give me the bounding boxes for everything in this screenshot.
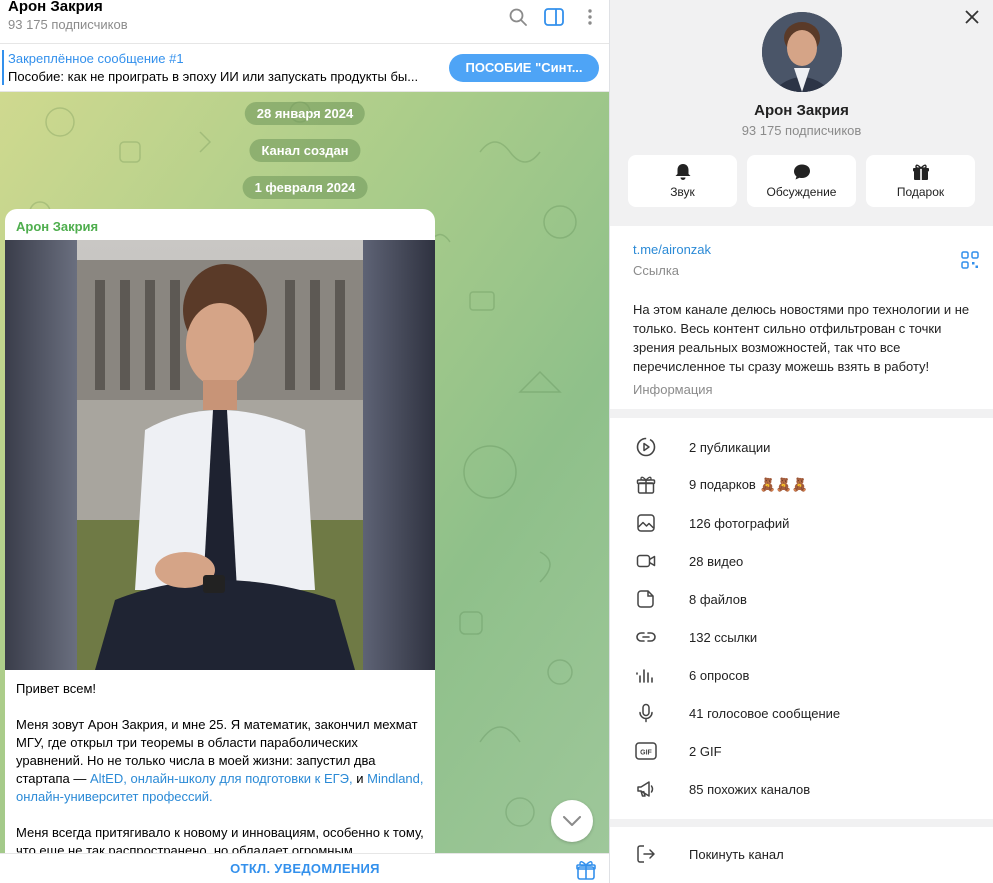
profile-name: Арон Закрия (754, 102, 849, 119)
action-label: Обсуждение (766, 185, 837, 199)
date-divider: 28 января 2024 (244, 102, 366, 125)
media-label: 2 публикации (689, 439, 771, 455)
poll-icon (635, 664, 657, 686)
microphone-icon (635, 702, 657, 724)
date-divider: 1 февраля 2024 (242, 176, 368, 199)
bottom-bar: ОТКЛ. УВЕДОМЛЕНИЯ (0, 853, 609, 883)
media-row-links[interactable]: 132 ссылки (610, 618, 993, 656)
media-label: 6 опросов (689, 667, 750, 683)
qr-code-icon[interactable] (961, 251, 979, 274)
media-row-gifts[interactable]: 9 подарков 🧸🧸🧸 (610, 466, 993, 504)
action-label: Звук (670, 185, 695, 199)
media-row-videos[interactable]: 28 видео (610, 542, 993, 580)
media-row-photos[interactable]: 126 фотографий (610, 504, 993, 542)
photo-icon (635, 512, 657, 534)
post-photo[interactable] (5, 240, 435, 670)
pinned-action-button[interactable]: ПОСОБИЕ "Синт... (449, 53, 599, 82)
sound-button[interactable]: Звук (628, 155, 737, 207)
profile-header: Арон Закрия 93 175 подписчиков (610, 0, 993, 138)
link-caption: Ссылка (633, 263, 680, 278)
pinned-title: Закреплённое сообщение #1 (8, 51, 184, 66)
media-row-polls[interactable]: 6 опросов (610, 656, 993, 694)
pinned-body: Пособие: как не проиграть в эпоху ИИ или… (8, 69, 419, 84)
media-label: 8 файлов (689, 591, 747, 607)
leave-channel-button[interactable]: Покинуть канал (610, 834, 993, 874)
telegram-window: Арон Закрия 93 175 подписчиков Закреплён… (0, 0, 993, 883)
post-paragraph: Меня всегда притягивало к новому и иннов… (16, 825, 424, 853)
chat-title: Арон Закрия (8, 0, 103, 15)
more-menu-icon[interactable] (579, 6, 601, 28)
chat-pane: Арон Закрия 93 175 подписчиков Закреплён… (0, 0, 610, 883)
media-label: 85 похожих каналов (689, 781, 811, 797)
channel-post: Арон Закрия Привет всем! Меня зовут Арон… (5, 209, 435, 853)
media-label: 132 ссылки (689, 629, 758, 645)
megaphone-icon (635, 778, 657, 800)
post-greeting: Привет всем! (16, 681, 96, 696)
video-icon (635, 550, 657, 572)
gift-icon[interactable] (576, 860, 596, 883)
link-icon (635, 626, 657, 648)
gif-icon: GIF (635, 740, 657, 762)
close-icon[interactable] (961, 6, 983, 28)
action-label: Подарок (896, 185, 945, 199)
discussion-button[interactable]: Обсуждение (747, 155, 856, 207)
channel-info-panel: Арон Закрия 93 175 подписчиков Звук Обсу… (610, 0, 993, 883)
chat-header: Арон Закрия 93 175 подписчиков (0, 0, 609, 44)
header-actions (507, 0, 601, 28)
leave-section: Покинуть канал (610, 827, 993, 883)
chat-bubble-icon (793, 164, 810, 180)
chat-subscribers: 93 175 подписчиков (8, 17, 128, 32)
stories-icon (635, 436, 657, 458)
mute-notifications-button[interactable]: ОТКЛ. УВЕДОМЛЕНИЯ (230, 861, 380, 876)
gift-icon (635, 474, 657, 496)
profile-subscribers: 93 175 подписчиков (741, 123, 862, 138)
gift-button[interactable]: Подарок (866, 155, 975, 207)
exit-icon (635, 843, 657, 865)
media-row-voice[interactable]: 41 голосовое сообщение (610, 694, 993, 732)
chat-title-area[interactable]: Арон Закрия 93 175 подписчиков (8, 0, 128, 32)
channel-description: На этом канале делюсь новостями про техн… (633, 302, 970, 374)
media-label: 28 видео (689, 553, 744, 569)
profile-actions: Звук Обсуждение Подарок (610, 155, 993, 207)
chat-background: 28 января 2024 Канал создан 1 февраля 20… (0, 92, 609, 853)
media-label: 9 подарков 🧸🧸🧸 (689, 477, 809, 492)
avatar[interactable] (761, 12, 842, 92)
pinned-message-bar[interactable]: Закреплённое сообщение #1 Пособие: как н… (0, 44, 609, 92)
post-paragraph: Меня зовут Арон Закрия, и мне 25. Я мате… (16, 716, 424, 806)
media-row-files[interactable]: 8 файлов (610, 580, 993, 618)
description-caption: Информация (633, 382, 713, 397)
gift-icon (912, 164, 929, 180)
sidebar-toggle-icon[interactable] (543, 6, 565, 28)
media-label: 2 GIF (689, 743, 722, 759)
media-row-gif[interactable]: GIF 2 GIF (610, 732, 993, 770)
chevron-down-icon (563, 816, 581, 826)
search-icon[interactable] (507, 6, 529, 28)
svg-text:GIF: GIF (640, 750, 652, 757)
altED-link[interactable]: AltED, онлайн-школу для подготовки к ЕГЭ… (90, 771, 353, 786)
post-author[interactable]: Арон Закрия (5, 209, 435, 240)
channel-link[interactable]: t.me/aironzak (633, 242, 970, 257)
media-row-similar-channels[interactable]: 85 похожих каналов (610, 770, 993, 808)
scroll-down-button[interactable] (551, 800, 593, 842)
channel-created-notice: Канал создан (249, 139, 361, 162)
shared-media-list: 2 публикации 9 подарков 🧸🧸🧸 126 фотограф… (610, 418, 993, 819)
post-text: Привет всем! Меня зовут Арон Закрия, и м… (5, 670, 435, 853)
file-icon (635, 588, 657, 610)
media-label: 41 голосовое сообщение (689, 705, 841, 721)
info-card: t.me/aironzak Ссылка На этом канале делю… (610, 226, 993, 409)
media-row-publications[interactable]: 2 публикации (610, 428, 993, 466)
bell-icon (675, 164, 690, 180)
media-label: 126 фотографий (689, 515, 790, 531)
pinned-text: Закреплённое сообщение #1 Пособие: как н… (8, 51, 418, 84)
post-text-part: и (352, 771, 368, 786)
leave-label: Покинуть канал (689, 846, 784, 862)
